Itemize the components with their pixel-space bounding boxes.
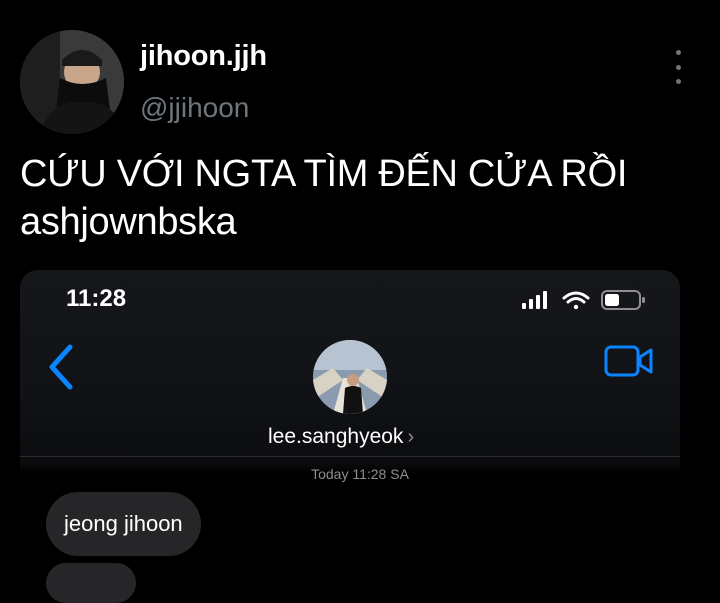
tweet-text-line: ashjownbska (20, 201, 237, 243)
status-bar-icons (520, 288, 650, 312)
message-bubble[interactable]: jeong jihoon (46, 492, 201, 556)
battery-icon (601, 290, 645, 310)
contact-name: lee.sanghyeok (268, 425, 404, 448)
wifi-icon (562, 291, 590, 310)
contact-name-link[interactable]: lee.sanghyeok › (268, 425, 414, 449)
author-handle[interactable]: @jjihoon (140, 92, 249, 124)
status-bar-time: 11:28 (66, 285, 127, 312)
tweet-text: CỨU VỚI NGTA TÌM ĐẾN CỬA RỒI ashjownbska (20, 150, 700, 246)
contact-avatar[interactable] (313, 340, 387, 414)
author-display-name[interactable]: jihoon.jjh (140, 40, 267, 73)
chevron-left-icon[interactable] (44, 343, 80, 391)
cellular-signal-icon (522, 291, 547, 309)
header-divider (20, 456, 680, 457)
chevron-right-icon: › (407, 425, 415, 448)
message-bubble[interactable] (46, 563, 136, 603)
video-camera-icon[interactable] (604, 344, 654, 378)
tweet-text-line: CỨU VỚI NGTA TÌM ĐẾN CỬA RỒI (20, 153, 628, 195)
message-timestamp: Today 11:28 SA (311, 466, 409, 482)
author-avatar[interactable] (20, 30, 124, 134)
more-options-icon[interactable] (668, 50, 688, 84)
